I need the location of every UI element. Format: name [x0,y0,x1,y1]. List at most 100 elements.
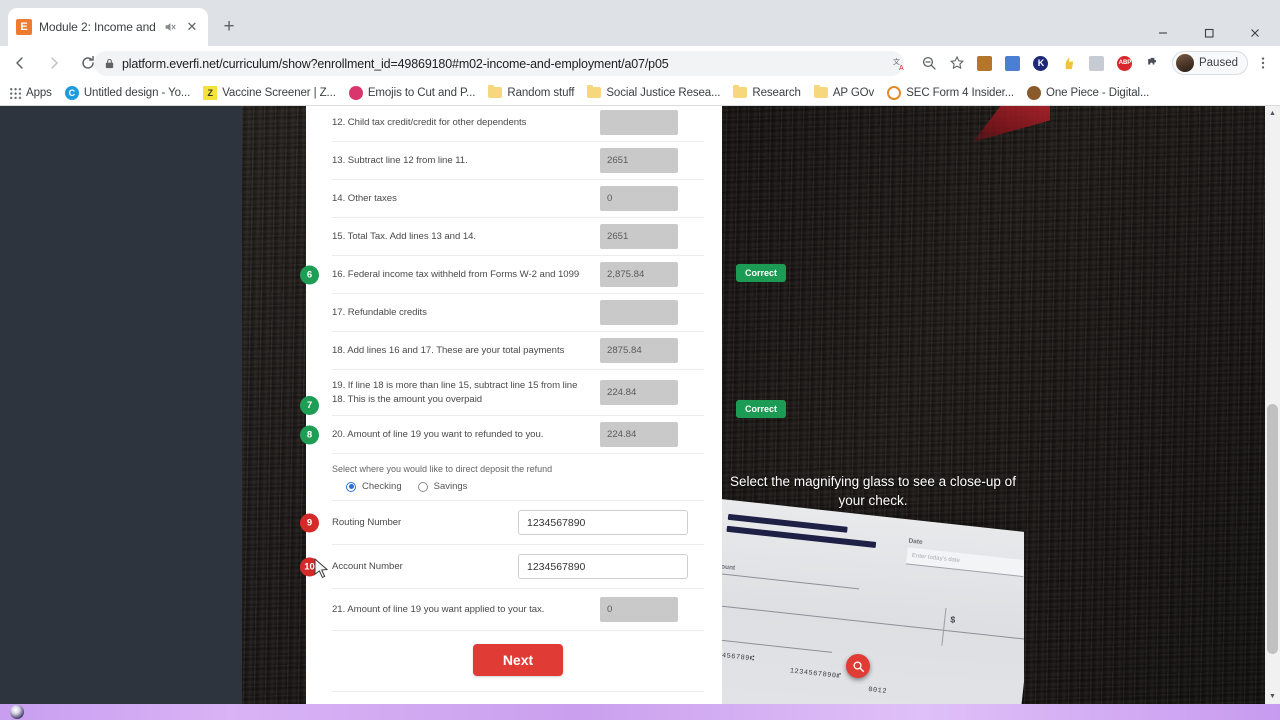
speaker-muted-icon[interactable] [163,20,177,34]
chrome-titlebar: E Module 2: Income and Empl ✕ + [0,0,1280,46]
bookmark-apps[interactable]: Apps [8,86,52,99]
form-row-input[interactable] [600,110,678,135]
address-bar[interactable]: platform.everfi.net/curriculum/show?enro… [94,51,904,76]
radio-option-savings[interactable]: Savings [417,481,467,492]
extension-kite-icon[interactable]: K [1028,50,1054,76]
scrollbar-thumb[interactable] [1267,404,1278,654]
onepiece-icon [1027,85,1042,100]
form-row-input[interactable]: 2,875.84 [600,262,678,287]
form-row-input[interactable]: 2651 [600,148,678,173]
canva-icon: C [64,85,79,100]
bookmark-label: Apps [26,86,52,99]
next-button-row: Next [332,631,704,692]
adblock-icon[interactable]: ABP [1112,50,1138,76]
bookmark-label: Random stuff [507,86,575,99]
direct-deposit-question: Select where you would like to direct de… [332,464,553,474]
check-dollar-rule [941,607,947,646]
check-amount-rule [722,572,860,590]
bookmark-social-justice[interactable]: Social Justice Resea... [587,84,720,99]
folder-icon [813,84,828,98]
bookmark-label: Untitled design - Yo... [83,86,191,99]
form-row-input[interactable]: 2875.84 [600,338,678,363]
bookmark-one-piece[interactable]: One Piece - Digital... [1027,85,1150,100]
step-badge-7: 7 [300,396,319,415]
scroll-up-arrow-icon[interactable]: ▲ [1265,106,1280,121]
bookmark-sec-form-4[interactable]: SEC Form 4 Insider... [887,85,1015,100]
bookmark-emojis[interactable]: Emojis to Cut and P... [348,85,475,100]
folder-icon [733,84,748,98]
extensions-puzzle-icon[interactable] [1140,50,1166,76]
magnifying-glass-icon[interactable] [846,654,870,678]
browser-tab[interactable]: E Module 2: Income and Empl ✕ [8,8,208,46]
next-button[interactable]: Next [472,644,564,676]
form-row-label: 12. Child tax credit/credit for other de… [332,116,527,128]
step-badge-8: 8 [300,425,319,444]
form-row-input[interactable] [600,300,678,325]
check-for-rule [722,604,1024,640]
form-row-label: 16. Federal income tax withheld from For… [332,268,580,280]
bookmark-untitled-design[interactable]: C Untitled design - Yo... [64,85,191,100]
routing-number-label: Routing Number [332,516,402,528]
window-close-button[interactable] [1232,20,1278,46]
bookmark-random-stuff[interactable]: Random stuff [488,84,575,99]
window-minimize-button[interactable] [1140,20,1186,46]
form-row-label: 15. Total Tax. Add lines 13 and 14. [332,230,477,242]
check-dollar-sign: $ [949,614,956,625]
tab-close-button[interactable]: ✕ [184,19,200,35]
form-row-input[interactable]: 0 [600,186,678,211]
new-tab-button[interactable]: + [216,14,242,40]
bookmark-vaccine-screener[interactable]: Z Vaccine Screener | Z... [203,85,336,100]
check-payee-line-2 [726,525,877,548]
form-row-12: 12. Child tax credit/credit for other de… [332,106,704,142]
extension-brown-icon[interactable] [972,50,998,76]
extension-blue-icon[interactable] [1000,50,1026,76]
form-row-label: 18. Add lines 16 and 17. These are your … [332,344,565,356]
profile-button[interactable]: Paused [1171,51,1248,75]
start-button-icon[interactable] [10,705,24,719]
bookmark-label: SEC Form 4 Insider... [906,86,1015,99]
chrome-toolbar: platform.everfi.net/curriculum/show?enro… [0,46,1280,80]
window-maximize-button[interactable] [1186,20,1232,46]
lock-icon [105,58,114,69]
bookmark-ap-gov[interactable]: AP GOv [813,84,875,99]
form-row-15: 15. Total Tax. Add lines 13 and 14. 2651 [332,218,704,256]
form-row-label: 19. If line 18 is more than line 15, sub… [332,379,578,405]
page-scrollbar[interactable]: ▲ ▼ [1265,106,1280,704]
bookmark-research[interactable]: Research [733,84,801,99]
zoom-out-icon[interactable] [916,50,942,76]
tax-form-sheet: 12. Child tax credit/credit for other de… [300,106,786,704]
form-row-input[interactable]: 224.84 [600,380,678,405]
form-row-input[interactable]: 224.84 [600,422,678,447]
extension-thumb-icon[interactable] [1056,50,1082,76]
routing-number-input[interactable]: 1234567890 [518,510,688,535]
form-row-label: 14. Other taxes [332,192,397,204]
bookmark-label: One Piece - Digital... [1046,86,1150,99]
radio-option-checking[interactable]: Checking [346,481,402,492]
check-micr-number: 0012 [867,686,888,696]
translate-icon[interactable]: 文A [888,50,914,76]
os-taskbar [0,704,1280,720]
everfi-favicon: E [16,19,32,35]
radio-checking-input[interactable] [346,481,356,492]
check-date-field[interactable]: Enter today's date [905,547,1024,578]
account-number-row: 10 Account Number 1234567890 Correct [300,545,786,589]
account-number-input[interactable]: 1234567890 [518,554,688,579]
account-number-label: Account Number [332,560,403,572]
three-dot-menu-icon[interactable] [1250,50,1276,76]
radio-label: Checking [362,481,402,492]
folder-icon [488,84,503,98]
emoji-icon [348,85,363,100]
radio-savings-input[interactable] [417,481,428,492]
routing-number-row: 9 Routing Number 1234567890 Correct [300,501,786,545]
form-row-input[interactable]: 2651 [600,224,678,249]
back-arrow-icon[interactable] [6,49,34,77]
form-row-20: 8 20. Amount of line 19 you want to refu… [300,416,704,454]
bookmark-label: AP GOv [832,86,875,99]
extension-grey-icon[interactable] [1084,50,1110,76]
bookmark-star-icon[interactable] [944,50,970,76]
z-icon: Z [203,85,218,100]
profile-status-label: Paused [1198,57,1238,69]
form-row-input[interactable]: 0 [600,597,678,622]
step-badge-9: 9 [300,513,319,532]
scroll-down-arrow-icon[interactable]: ▼ [1265,689,1280,704]
